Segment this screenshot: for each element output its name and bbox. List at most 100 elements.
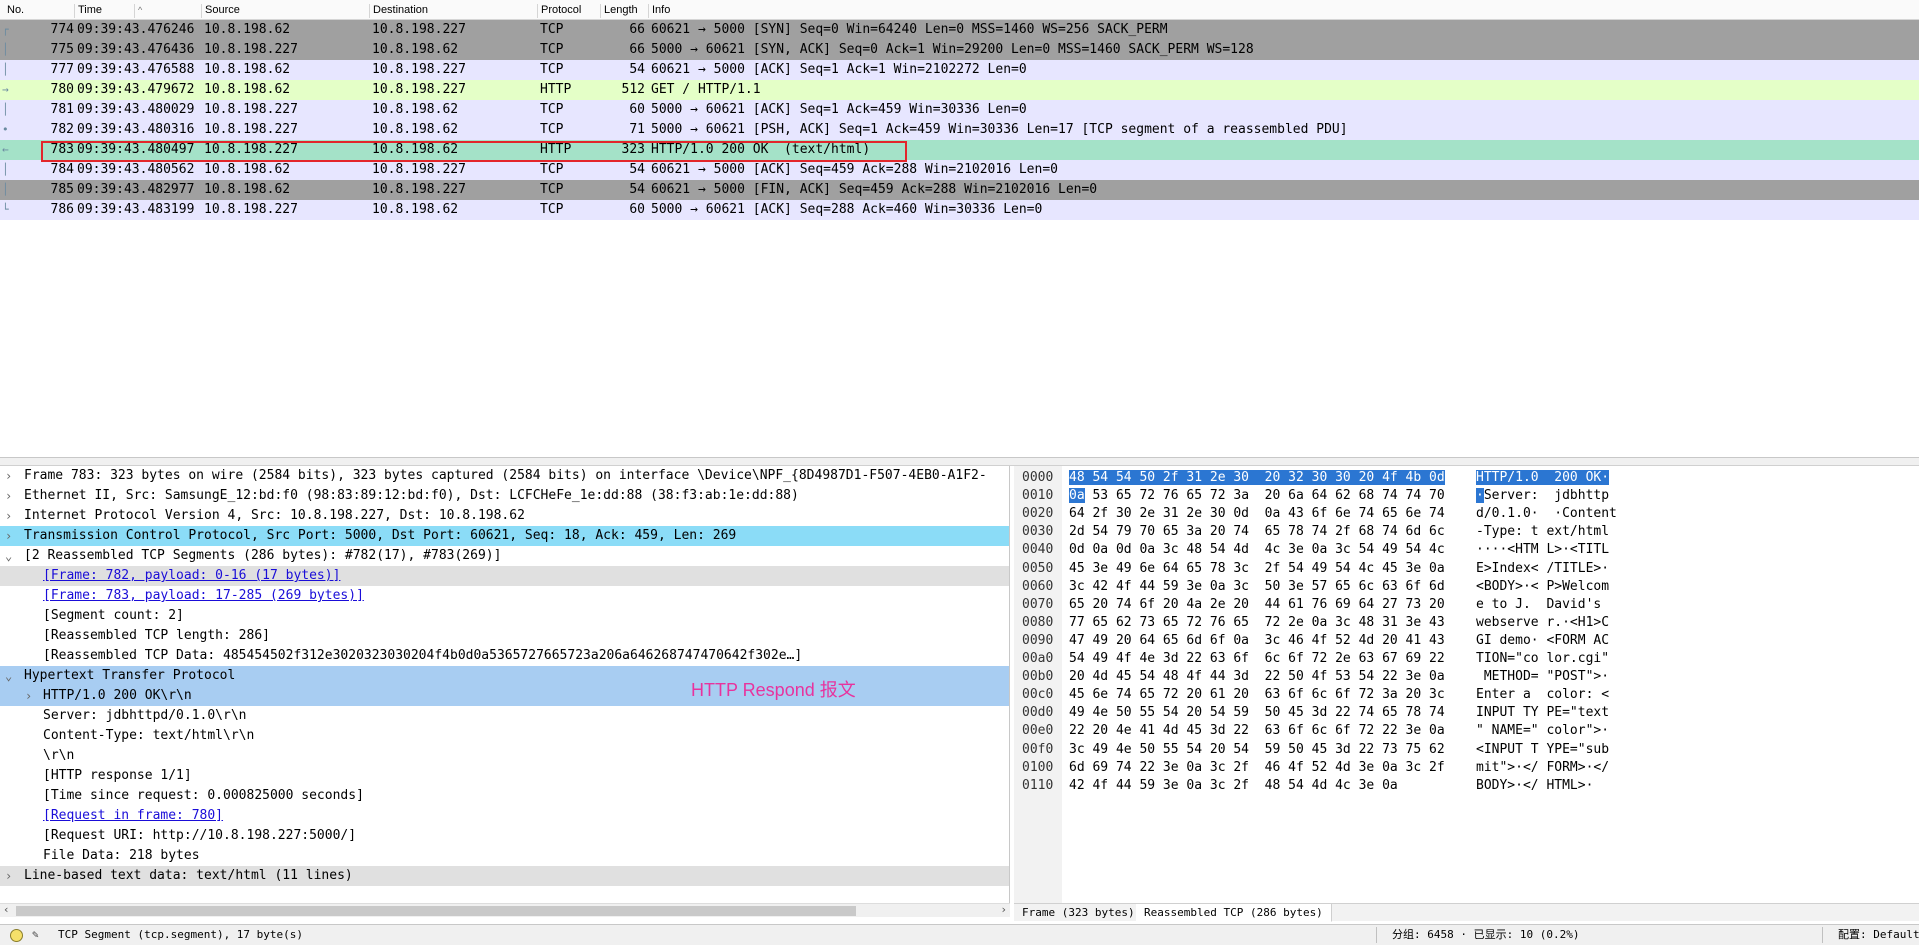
edit-comment-icon[interactable]: ✎ xyxy=(32,925,39,945)
detail-tree-item[interactable]: [Frame: 783, payload: 17-285 (269 bytes)… xyxy=(0,586,1009,606)
expanded-chevron-icon[interactable]: ⌄ xyxy=(5,546,19,566)
scroll-left-icon[interactable]: ‹ xyxy=(3,903,10,916)
col-destination-header[interactable]: Destination xyxy=(369,4,428,18)
detail-tree-item[interactable]: › HTTP/1.0 200 OK\r\n xyxy=(0,686,1009,706)
col-protocol-header[interactable]: Protocol xyxy=(537,4,581,18)
hex-ascii[interactable]: METHOD= "POST">· xyxy=(1476,668,1609,686)
col-source-header[interactable]: Source xyxy=(201,4,240,18)
detail-tree-item[interactable]: [Request URI: http://10.8.198.227:5000/] xyxy=(0,826,1009,846)
detail-item-label[interactable]: [Frame: 782, payload: 0-16 (17 bytes)] xyxy=(43,566,340,586)
detail-tree-item[interactable]: Content-Type: text/html\r\n xyxy=(0,726,1009,746)
hex-bytes[interactable]: 22 20 4e 41 4d 45 3d 22 63 6f 6c 6f 72 2… xyxy=(1069,722,1445,740)
collapsed-chevron-icon[interactable]: › xyxy=(5,506,19,526)
hex-bytes[interactable]: 42 4f 44 59 3e 0a 3c 2f 48 54 4d 4c 3e 0… xyxy=(1069,777,1398,795)
packet-details-pane[interactable]: › Frame 783: 323 bytes on wire (2584 bits… xyxy=(0,466,1010,915)
detail-tree-item[interactable]: Server: jdbhttpd/0.1.0\r\n xyxy=(0,706,1009,726)
hex-ascii[interactable]: mit">·</ FORM>·</ xyxy=(1476,759,1609,777)
packet-row[interactable]: │ 775 09:39:43.476436 10.8.198.227 10.8.198.… xyxy=(0,40,1919,60)
packet-row[interactable]: └ 786 09:39:43.483199 10.8.198.227 10.8.198.… xyxy=(0,200,1919,220)
scroll-right-icon[interactable]: › xyxy=(1000,903,1007,916)
hex-bytes[interactable]: 3c 49 4e 50 55 54 20 54 59 50 45 3d 22 7… xyxy=(1069,741,1445,759)
detail-tree-item[interactable]: [HTTP response 1/1] xyxy=(0,766,1009,786)
details-horizontal-scrollbar[interactable]: ‹ › xyxy=(0,903,1010,917)
packet-row[interactable]: → 780 09:39:43.479672 10.8.198.62 10.8.198.2… xyxy=(0,80,1919,100)
hex-bytes[interactable]: 3c 42 4f 44 59 3e 0a 3c 50 3e 57 65 6c 6… xyxy=(1069,578,1445,596)
packet-list[interactable]: No. Time ^ Source Destination Protocol L… xyxy=(0,0,1919,458)
hex-ascii[interactable]: -Type: t ext/html xyxy=(1476,523,1609,541)
hex-bytes[interactable]: 2d 54 79 70 65 3a 20 74 65 78 74 2f 68 7… xyxy=(1069,523,1445,541)
detail-tree-item[interactable]: › Frame 783: 323 bytes on wire (2584 bits… xyxy=(0,466,1009,486)
scroll-thumb[interactable] xyxy=(16,906,856,916)
status-profile[interactable]: 配置: Default xyxy=(1838,925,1919,945)
packet-row[interactable]: │ 784 09:39:43.480562 10.8.198.62 10.8.198.2… xyxy=(0,160,1919,180)
collapsed-chevron-icon[interactable]: › xyxy=(5,866,19,886)
hex-bytes[interactable]: 0d 0a 0d 0a 3c 48 54 4d 4c 3e 0a 3c 54 4… xyxy=(1069,541,1445,559)
pane-splitter[interactable] xyxy=(0,458,1919,466)
hex-ascii[interactable]: TION="co lor.cgi" xyxy=(1476,650,1609,668)
detail-tree-item[interactable]: › Transmission Control Protocol, Src Port… xyxy=(0,526,1009,546)
hex-ascii[interactable]: GI demo· <FORM AC xyxy=(1476,632,1609,650)
detail-item-label[interactable]: [Request in frame: 780] xyxy=(43,806,223,826)
detail-tree-item[interactable]: [Reassembled TCP length: 286] xyxy=(0,626,1009,646)
packet-bytes-pane[interactable]: 0000 48 54 54 50 2f 31 2e 30 20 32 30 30 … xyxy=(1014,466,1919,903)
hex-bytes[interactable]: 20 4d 45 54 48 4f 44 3d 22 50 4f 53 54 2… xyxy=(1069,668,1445,686)
hex-bytes[interactable]: 47 49 20 64 65 6d 6f 0a 3c 46 4f 52 4d 2… xyxy=(1069,632,1445,650)
detail-tree-item[interactable]: File Data: 218 bytes xyxy=(0,846,1009,866)
hex-bytes[interactable]: 45 6e 74 65 72 20 61 20 63 6f 6c 6f 72 3… xyxy=(1069,686,1445,704)
collapsed-chevron-icon[interactable]: › xyxy=(5,486,19,506)
hex-ascii[interactable]: Enter a color: < xyxy=(1476,686,1609,704)
col-info-header[interactable]: Info xyxy=(648,4,670,18)
hex-ascii[interactable]: <BODY>·< P>Welcom xyxy=(1476,578,1609,596)
hex-ascii[interactable]: d/0.1.0· ·Content xyxy=(1476,505,1617,523)
hex-ascii[interactable]: E>Index< /TITLE>· xyxy=(1476,560,1609,578)
hex-ascii[interactable]: BODY>·</ HTML>· xyxy=(1476,777,1593,795)
detail-tree-item[interactable]: [Time since request: 0.000825000 seconds… xyxy=(0,786,1009,806)
packet-row[interactable]: │ 785 09:39:43.482977 10.8.198.62 10.8.198.2… xyxy=(0,180,1919,200)
bytes-text: 20 4d 45 54 48 4f 44 3d 22 50 4f 53 54 2… xyxy=(1069,669,1445,685)
expanded-chevron-icon[interactable]: ⌄ xyxy=(5,666,19,686)
detail-tree-item[interactable]: ⌄ [2 Reassembled TCP Segments (286 bytes)… xyxy=(0,546,1009,566)
hex-ascii[interactable]: <INPUT T YPE="sub xyxy=(1476,741,1609,759)
detail-tree-item[interactable]: › Ethernet II, Src: SamsungE_12:bd:f0 (98… xyxy=(0,486,1009,506)
hex-bytes[interactable]: 65 20 74 6f 20 4a 2e 20 44 61 76 69 64 2… xyxy=(1069,596,1445,614)
hex-ascii[interactable]: HTTP/1.0 200 OK· xyxy=(1476,469,1610,487)
hex-ascii[interactable]: webserve r.·<H1>C xyxy=(1476,614,1609,632)
hex-bytes[interactable]: 49 4e 50 55 54 20 54 59 50 45 3d 22 74 6… xyxy=(1069,704,1445,722)
hex-bytes[interactable]: 45 3e 49 6e 64 65 78 3c 2f 54 49 54 4c 4… xyxy=(1069,560,1445,578)
hex-bytes[interactable]: 0a 53 65 72 76 65 72 3a 20 6a 64 62 68 7… xyxy=(1069,487,1445,505)
detail-tree-item[interactable]: \r\n xyxy=(0,746,1009,766)
packet-row[interactable]: ┌ 774 09:39:43.476246 10.8.198.62 10.8.198.2… xyxy=(0,20,1919,40)
hex-bytes[interactable]: 54 49 4f 4e 3d 22 63 6f 6c 6f 72 2e 63 6… xyxy=(1069,650,1445,668)
hex-bytes[interactable]: 48 54 54 50 2f 31 2e 30 20 32 30 30 20 4… xyxy=(1069,469,1445,487)
hex-ascii[interactable]: ·Server: jdbhttp xyxy=(1476,487,1609,505)
detail-tree-item[interactable]: › Line-based text data: text/html (11 lin… xyxy=(0,866,1009,886)
detail-tree-item[interactable]: ⌄ Hypertext Transfer Protocol xyxy=(0,666,1009,686)
hex-bytes[interactable]: 77 65 62 73 65 72 76 65 72 2e 0a 3c 48 3… xyxy=(1069,614,1445,632)
packet-row[interactable]: │ 777 09:39:43.476588 10.8.198.62 10.8.198.2… xyxy=(0,60,1919,80)
hex-ascii[interactable]: e to J. David's xyxy=(1476,596,1609,614)
hex-bytes[interactable]: 64 2f 30 2e 31 2e 30 0d 0a 43 6f 6e 74 6… xyxy=(1069,505,1445,523)
hex-ascii[interactable]: " NAME=" color">· xyxy=(1476,722,1609,740)
collapsed-chevron-icon[interactable]: › xyxy=(25,686,39,706)
col-time-header[interactable]: Time xyxy=(74,4,102,18)
detail-item-label[interactable]: [Frame: 783, payload: 17-285 (269 bytes)… xyxy=(43,586,364,606)
detail-tree-item[interactable]: [Frame: 782, payload: 0-16 (17 bytes)] xyxy=(0,566,1009,586)
ascii-text: d/0.1.0· ·Content xyxy=(1476,506,1617,522)
packet-number: 782 xyxy=(50,122,74,137)
tab-reassembled-tcp[interactable]: Reassembled TCP (286 bytes) xyxy=(1136,904,1332,922)
detail-tree-item[interactable]: [Reassembled TCP Data: 485454502f312e302… xyxy=(0,646,1009,666)
hex-bytes[interactable]: 6d 69 74 22 3e 0a 3c 2f 46 4f 52 4d 3e 0… xyxy=(1069,759,1445,777)
tab-frame-bytes[interactable]: Frame (323 bytes) xyxy=(1014,904,1144,922)
col-no-header[interactable]: No. xyxy=(4,4,24,18)
col-length-header[interactable]: Length xyxy=(600,4,638,18)
packet-row[interactable]: • 782 09:39:43.480316 10.8.198.227 10.8.198.… xyxy=(0,120,1919,140)
expert-info-icon[interactable] xyxy=(10,929,23,942)
collapsed-chevron-icon[interactable]: › xyxy=(5,526,19,546)
detail-tree-item[interactable]: [Segment count: 2] xyxy=(0,606,1009,626)
detail-tree-item[interactable]: › Internet Protocol Version 4, Src: 10.8.… xyxy=(0,506,1009,526)
collapsed-chevron-icon[interactable]: › xyxy=(5,466,19,486)
hex-ascii[interactable]: ····<HTM L>·<TITL xyxy=(1476,541,1609,559)
packet-row[interactable]: │ 781 09:39:43.480029 10.8.198.227 10.8.198.… xyxy=(0,100,1919,120)
hex-ascii[interactable]: INPUT TY PE="text xyxy=(1476,704,1609,722)
detail-tree-item[interactable]: [Request in frame: 780] xyxy=(0,806,1009,826)
